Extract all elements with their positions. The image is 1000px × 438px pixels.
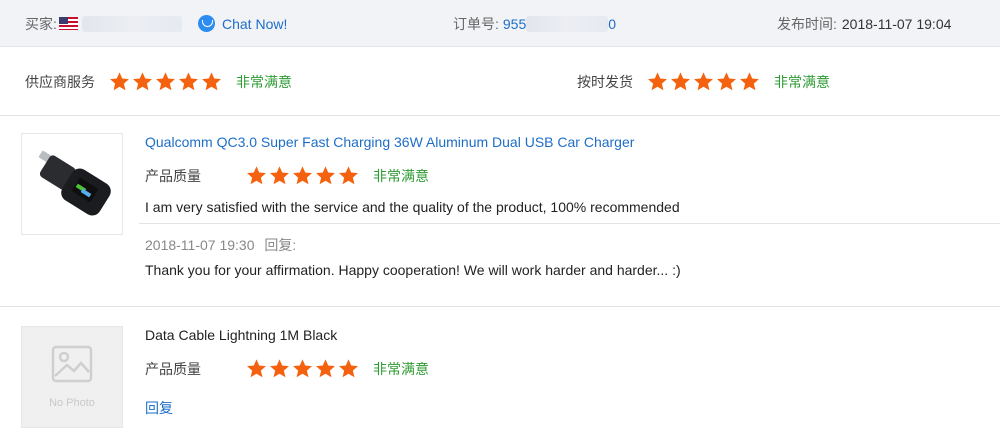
star-icon — [315, 358, 336, 379]
rating-label: 供应商服务 — [25, 73, 95, 90]
publish-time: 2018-11-07 19:04 — [841, 15, 952, 32]
supplier-service-rating: 供应商服务 非常满意 — [25, 71, 292, 92]
star-icon — [246, 165, 267, 186]
product-quality-rating: 产品质量 非常满意 — [145, 358, 429, 379]
reply-divider — [139, 223, 1000, 224]
buyer-info: 买家: — [25, 0, 182, 47]
star-icon — [201, 71, 222, 92]
star-rating — [647, 71, 762, 92]
star-icon — [246, 358, 267, 379]
publish-label: 发布时间: — [777, 15, 837, 32]
product-thumbnail[interactable] — [21, 133, 123, 235]
product-title: Data Cable Lightning 1M Black — [145, 327, 338, 343]
star-icon — [647, 71, 668, 92]
satisfaction-text: 非常满意 — [373, 360, 429, 377]
chat-bubble-icon — [198, 15, 215, 32]
satisfaction-text: 非常满意 — [774, 73, 830, 90]
star-icon — [670, 71, 691, 92]
chat-now-label: Chat Now! — [222, 15, 288, 32]
star-icon — [178, 71, 199, 92]
product-title-link[interactable]: Qualcomm QC3.0 Super Fast Charging 36W A… — [145, 134, 634, 150]
rating-label: 按时发货 — [577, 73, 633, 90]
order-number-tail: 0 — [608, 15, 617, 32]
star-icon — [269, 165, 290, 186]
star-rating — [246, 358, 361, 379]
on-time-shipping-rating: 按时发货 非常满意 — [577, 71, 830, 92]
star-icon — [155, 71, 176, 92]
product-quality-rating: 产品质量 非常满意 — [145, 165, 429, 186]
star-icon — [716, 71, 737, 92]
seller-reply: Thank you for your affirmation. Happy co… — [145, 262, 681, 278]
star-rating — [246, 165, 361, 186]
product-thumbnail-placeholder[interactable]: No Photo — [21, 326, 123, 428]
star-icon — [693, 71, 714, 92]
satisfaction-text: 非常满意 — [236, 73, 292, 90]
quality-label: 产品质量 — [145, 360, 201, 377]
reply-meta: 2018-11-07 19:30 回复: — [145, 235, 296, 255]
satisfaction-text: 非常满意 — [373, 167, 429, 184]
star-icon — [338, 358, 359, 379]
review-header-bar: 买家: Chat Now! 订单号: 955 0 发布时间: 2018-11-0… — [0, 0, 1000, 47]
star-icon — [338, 165, 359, 186]
car-charger-image — [38, 150, 111, 216]
buyer-comment: I am very satisfied with the service and… — [145, 199, 680, 215]
chat-now-link[interactable]: Chat Now! — [198, 15, 287, 32]
image-placeholder-icon — [51, 345, 93, 383]
reply-link[interactable]: 回复 — [145, 398, 173, 418]
quality-label: 产品质量 — [145, 167, 201, 184]
star-icon — [292, 165, 313, 186]
star-icon — [132, 71, 153, 92]
star-icon — [292, 358, 313, 379]
reply-label: 回复: — [264, 237, 297, 253]
star-rating — [109, 71, 224, 92]
buyer-label: 买家: — [25, 15, 57, 32]
star-icon — [739, 71, 760, 92]
section-divider — [0, 115, 1000, 116]
star-icon — [269, 358, 290, 379]
order-number[interactable]: 955 — [503, 16, 526, 32]
no-photo-label: No Photo — [49, 397, 95, 409]
order-label: 订单号: — [453, 15, 499, 32]
us-flag-icon — [58, 17, 78, 30]
order-info: 订单号: 955 0 — [453, 0, 616, 47]
publish-time-info: 发布时间: 2018-11-07 19:04 — [777, 0, 951, 47]
order-number-redacted — [526, 15, 609, 32]
reply-time: 2018-11-07 19:30 — [145, 237, 255, 253]
star-icon — [315, 165, 336, 186]
product-divider — [0, 306, 1000, 307]
buyer-name-redacted — [81, 15, 182, 32]
star-icon — [109, 71, 130, 92]
